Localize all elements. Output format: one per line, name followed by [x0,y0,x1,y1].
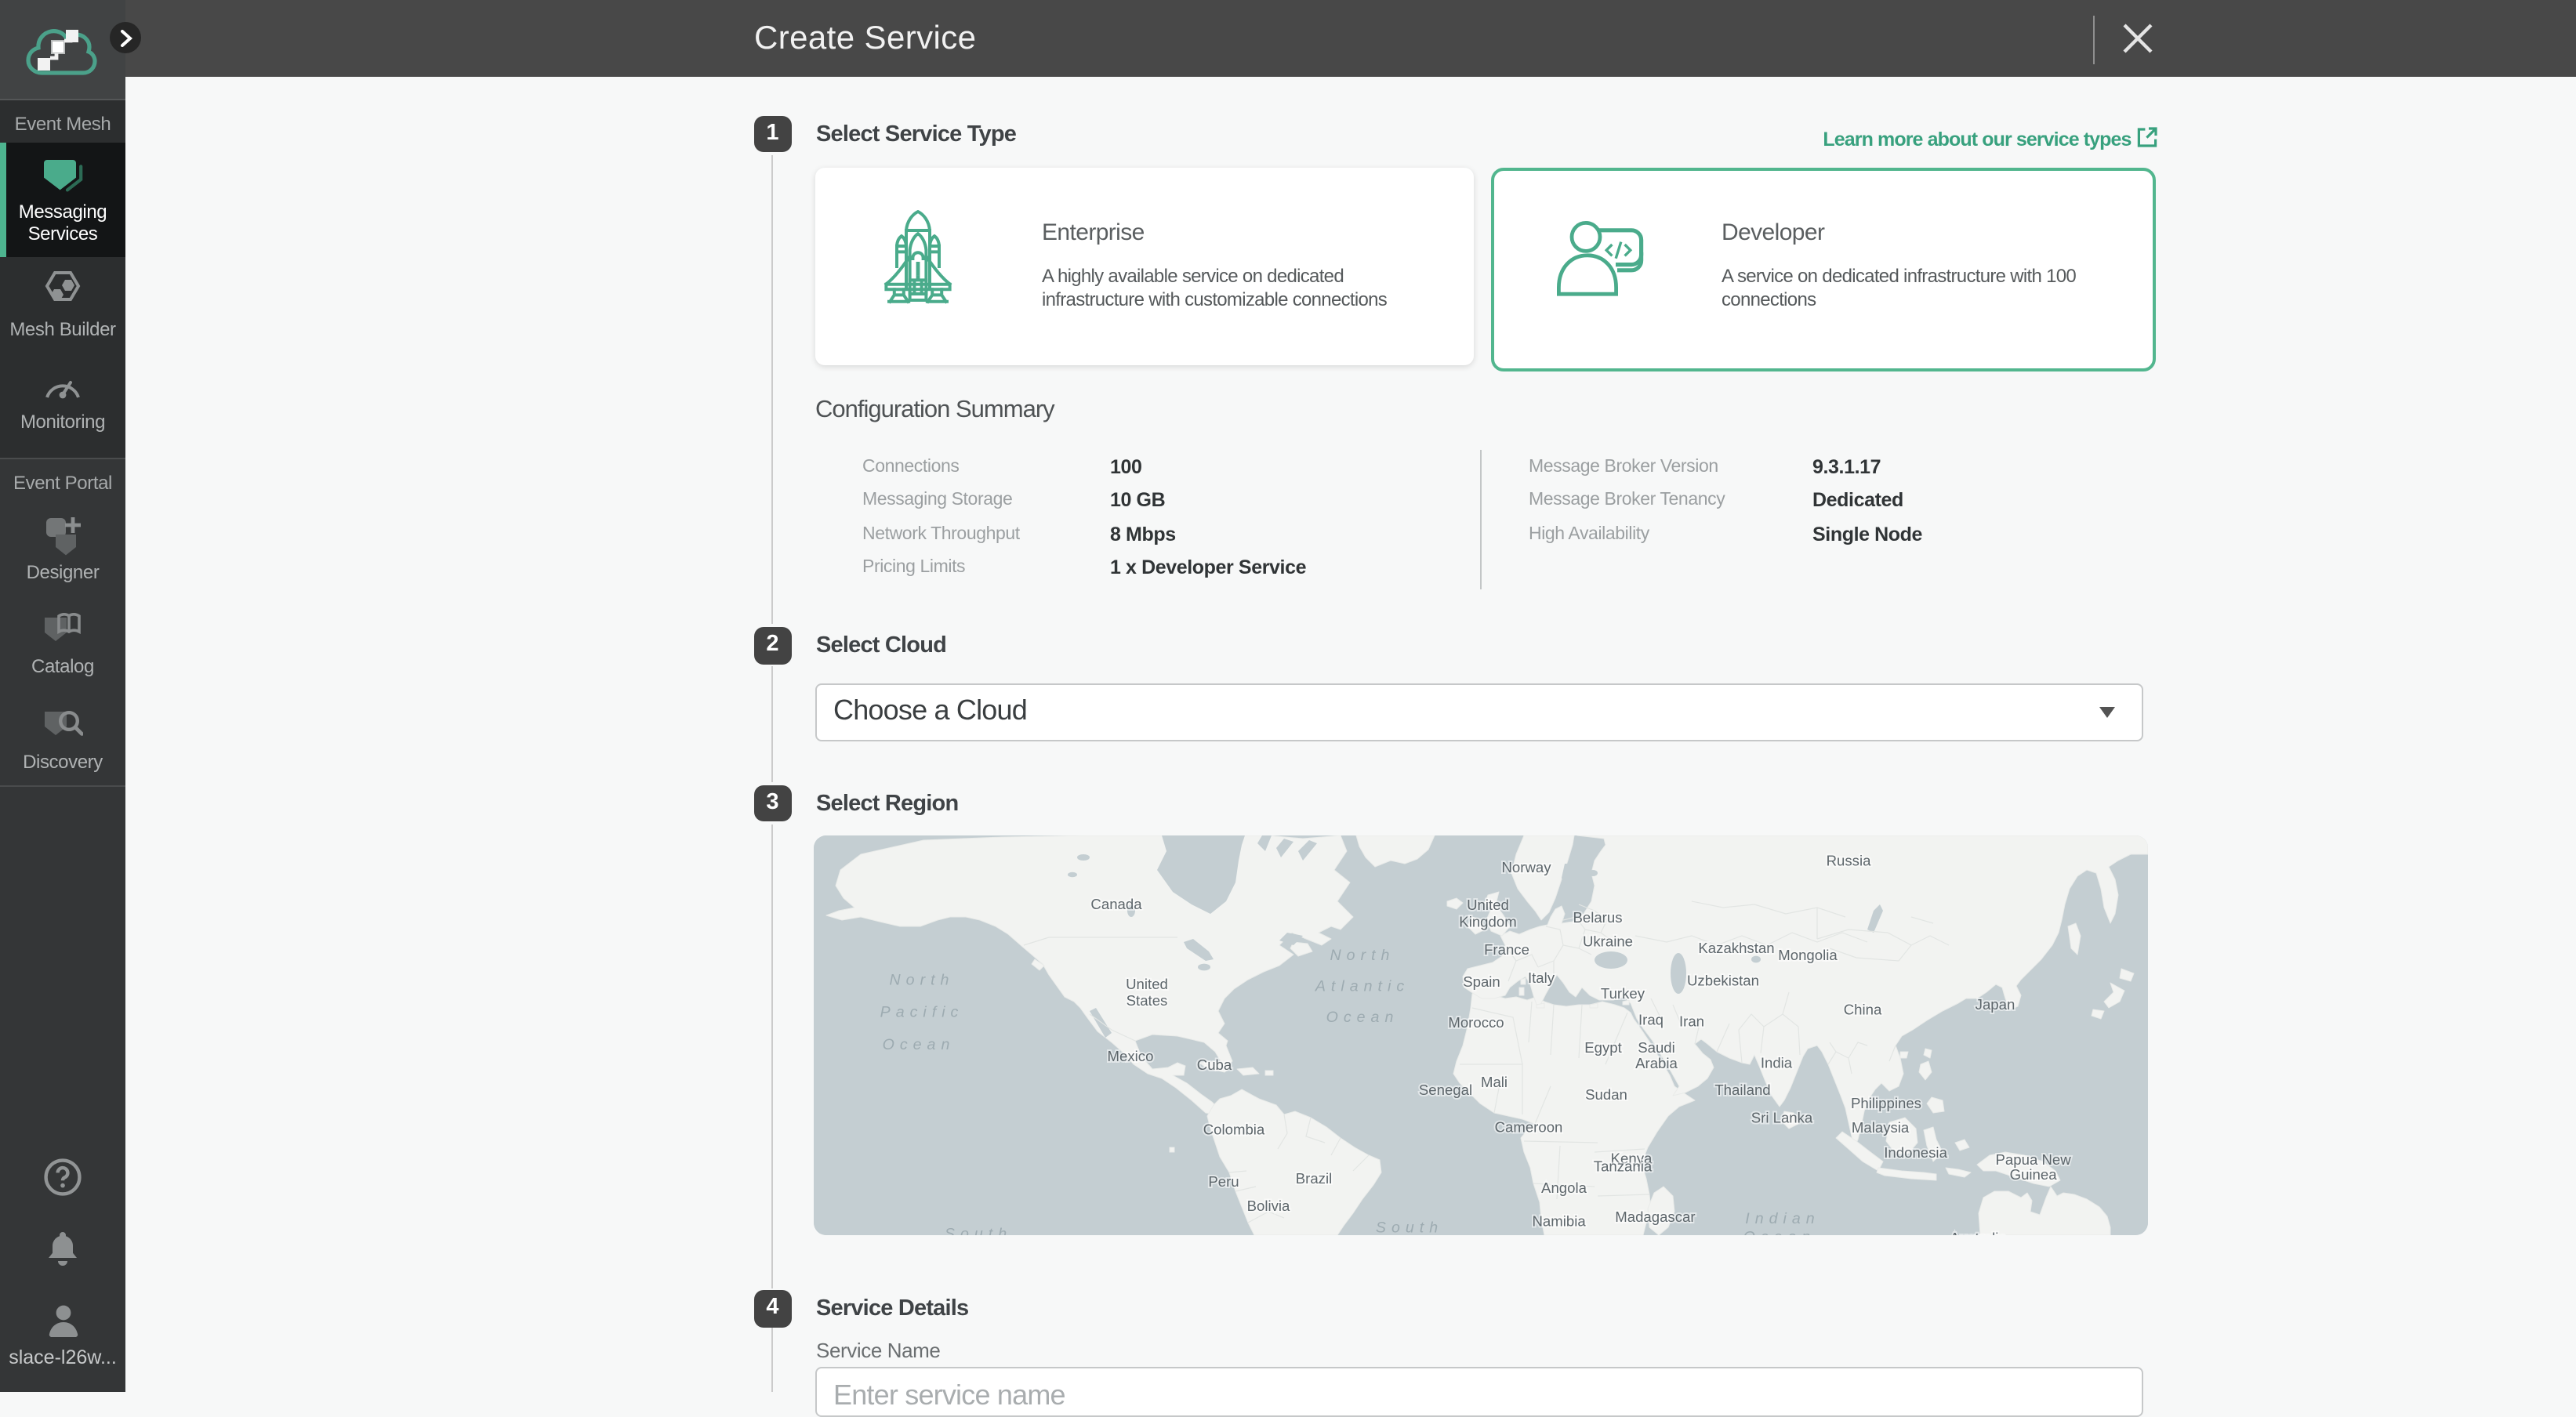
svg-text:Senegal: Senegal [1419,1082,1472,1098]
svg-text:India: India [1761,1055,1793,1071]
svg-text:Ukraine: Ukraine [1583,933,1633,949]
svg-text:Peru: Peru [1208,1173,1239,1190]
svg-text:Kazakhstan: Kazakhstan [1698,940,1774,956]
svg-text:Kingdom: Kingdom [1459,913,1516,930]
svg-text:Pacific: Pacific [880,1004,964,1021]
svg-text:Mali: Mali [1481,1074,1508,1090]
svg-text:South: South [1376,1219,1443,1234]
svg-text:Ocean: Ocean [883,1036,956,1053]
svg-text:North: North [890,972,955,989]
svg-text:Cuba: Cuba [1197,1056,1232,1073]
svg-text:Ocean: Ocean [1743,1229,1816,1234]
svg-text:Tanzania: Tanzania [1594,1158,1653,1175]
svg-text:Sri Lanka: Sri Lanka [1751,1109,1813,1125]
svg-text:Angola: Angola [1541,1180,1587,1196]
svg-text:Spain: Spain [1463,973,1500,990]
svg-text:United: United [1126,976,1168,992]
svg-text:Madagascar: Madagascar [1615,1209,1695,1225]
svg-text:North: North [1330,947,1395,964]
svg-text:Saudi: Saudi [1638,1039,1675,1056]
svg-text:Ocean: Ocean [1326,1009,1399,1026]
svg-text:Philippines: Philippines [1851,1095,1921,1111]
svg-text:Mexico: Mexico [1108,1048,1154,1064]
svg-text:Atlantic: Atlantic [1315,977,1410,995]
svg-text:Morocco: Morocco [1448,1014,1504,1031]
svg-text:Uzbekistan: Uzbekistan [1687,972,1759,988]
svg-text:Egypt: Egypt [1584,1039,1622,1056]
svg-text:Italy: Italy [1528,969,1555,986]
svg-text:Norway: Norway [1501,859,1551,875]
svg-text:Brazil: Brazil [1296,1170,1333,1187]
svg-text:Iraq: Iraq [1638,1011,1664,1027]
svg-text:Iran: Iran [1679,1013,1704,1030]
svg-text:China: China [1844,1002,1882,1018]
svg-text:Cameroon: Cameroon [1495,1119,1563,1136]
svg-text:Arabia: Arabia [1635,1055,1678,1071]
svg-text:States: States [1127,992,1168,1009]
svg-text:Bolivia: Bolivia [1247,1198,1290,1214]
svg-text:Japan: Japan [1976,996,2015,1013]
svg-text:Sudan: Sudan [1585,1086,1627,1103]
svg-text:Russia: Russia [1827,853,1871,869]
svg-text:Indian: Indian [1745,1210,1820,1227]
svg-text:France: France [1484,941,1529,958]
svg-text:United: United [1467,897,1509,913]
svg-text:Indonesia: Indonesia [1884,1144,1947,1161]
svg-text:Guinea: Guinea [2010,1166,2058,1183]
svg-text:Malaysia: Malaysia [1852,1119,1910,1136]
svg-text:Canada: Canada [1090,896,1142,912]
svg-text:Turkey: Turkey [1601,985,1645,1002]
svg-text:Thailand: Thailand [1714,1082,1770,1098]
svg-text:Namibia: Namibia [1532,1213,1586,1230]
svg-text:Belarus: Belarus [1573,909,1622,926]
svg-text:South: South [945,1226,1012,1234]
svg-text:Colombia: Colombia [1203,1122,1265,1138]
svg-text:Australia: Australia [1950,1230,2007,1234]
svg-text:Mongolia: Mongolia [1778,947,1838,963]
svg-text:Papua New: Papua New [1996,1151,2072,1168]
